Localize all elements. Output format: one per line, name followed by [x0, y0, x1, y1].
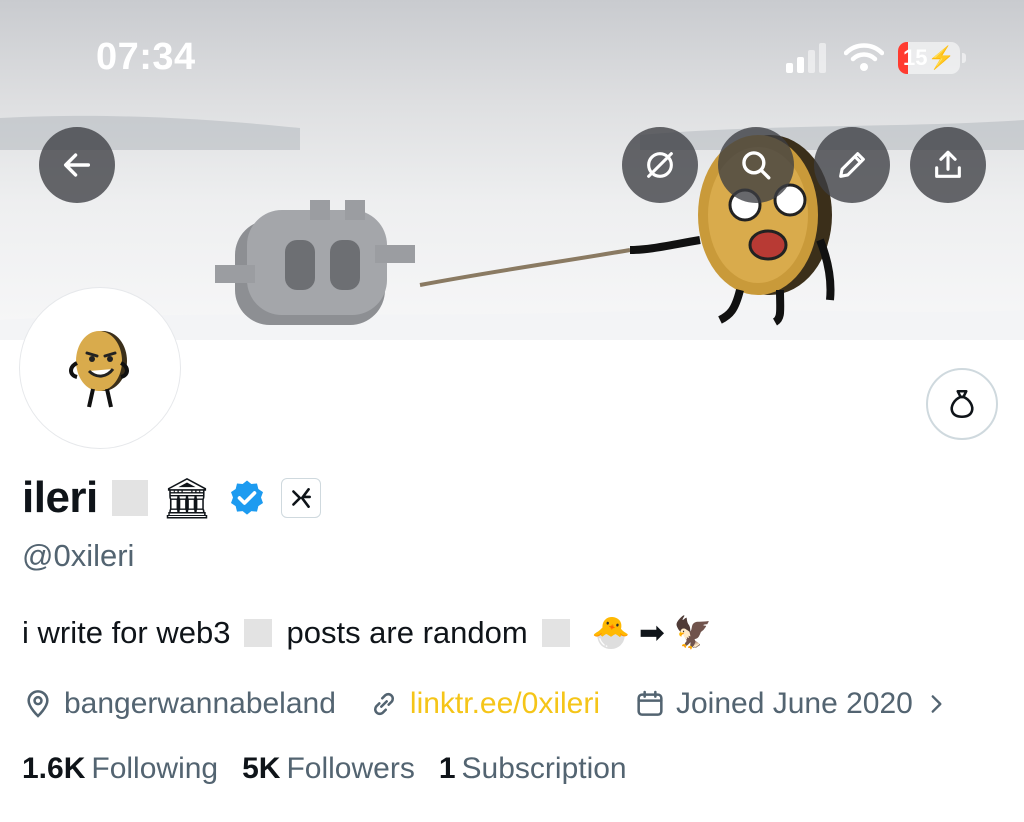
link-text[interactable]: linktr.ee/0xileri: [410, 687, 600, 721]
join-date[interactable]: Joined June 2020: [634, 687, 949, 721]
location-text: bangerwannabeland: [64, 687, 336, 720]
display-name: ileri: [22, 473, 98, 522]
avatar-coin-character: [69, 331, 129, 408]
grok-button[interactable]: [622, 127, 698, 203]
signal-icon: [786, 43, 826, 73]
affiliate-logo-icon: [291, 488, 311, 508]
profile-stats: 1.6K Following 5K Followers 1 Subscription: [22, 752, 627, 786]
name-emoji: 🏛: [161, 476, 213, 521]
tip-button[interactable]: [926, 368, 998, 440]
search-button[interactable]: [718, 127, 794, 203]
following-count: 1.6K: [22, 752, 86, 785]
following-label: Following: [91, 752, 219, 785]
link-icon: [373, 692, 394, 716]
unsupported-emoji-placeholder: [244, 618, 273, 647]
subscription-count: 1: [438, 752, 456, 785]
joined-text: Joined June 2020: [675, 687, 913, 720]
search-icon: [742, 151, 771, 180]
edit-button[interactable]: [814, 127, 890, 203]
following-stat[interactable]: 1.6K Following: [22, 752, 218, 786]
back-icon: [63, 153, 91, 177]
followers-stat[interactable]: 5K Followers: [242, 752, 415, 786]
name-row: ileri 🏛: [22, 470, 321, 526]
battery-indicator: 15 ⚡: [898, 42, 966, 74]
followers-label: Followers: [286, 752, 415, 785]
unsupported-emoji-placeholder: [541, 618, 570, 647]
verified-badge-icon[interactable]: [227, 478, 267, 518]
affiliate-badge[interactable]: [280, 478, 321, 518]
profile-banner[interactable]: 07:34 15 ⚡: [0, 0, 1024, 340]
grok-icon: [647, 152, 673, 178]
share-button[interactable]: [910, 127, 986, 203]
subscription-label: Subscription: [461, 752, 627, 785]
unsupported-emoji-placeholder: [111, 480, 148, 516]
bio-emoji: 🐣 ➡ 🦅: [591, 615, 713, 650]
battery-level: 15: [903, 45, 928, 70]
profile-meta: bangerwannabeland linktr.ee/0xileri Join…: [22, 684, 949, 724]
money-bag-icon: [950, 389, 974, 419]
bio: i write for web3 posts are random 🐣 ➡ 🦅: [22, 614, 712, 651]
user-handle: @0xileri: [22, 538, 135, 573]
status-time: 07:34: [96, 36, 196, 78]
edit-icon: [839, 152, 865, 178]
bio-text-1: i write for web3: [22, 614, 231, 650]
chevron-right-icon[interactable]: [923, 691, 949, 717]
subscription-stat[interactable]: 1 Subscription: [439, 752, 627, 786]
status-icons: 15 ⚡: [786, 40, 966, 76]
avatar[interactable]: [20, 288, 180, 448]
bio-text-2: posts are random: [286, 614, 528, 650]
followers-count: 5K: [242, 752, 281, 785]
wifi-icon: [844, 43, 884, 71]
back-button[interactable]: [39, 127, 115, 203]
location-pin-icon: [27, 690, 49, 718]
profile-link[interactable]: linktr.ee/0xileri: [368, 687, 600, 721]
calendar-icon: [637, 690, 663, 716]
location: bangerwannabeland: [22, 687, 336, 721]
share-icon: [935, 150, 961, 178]
